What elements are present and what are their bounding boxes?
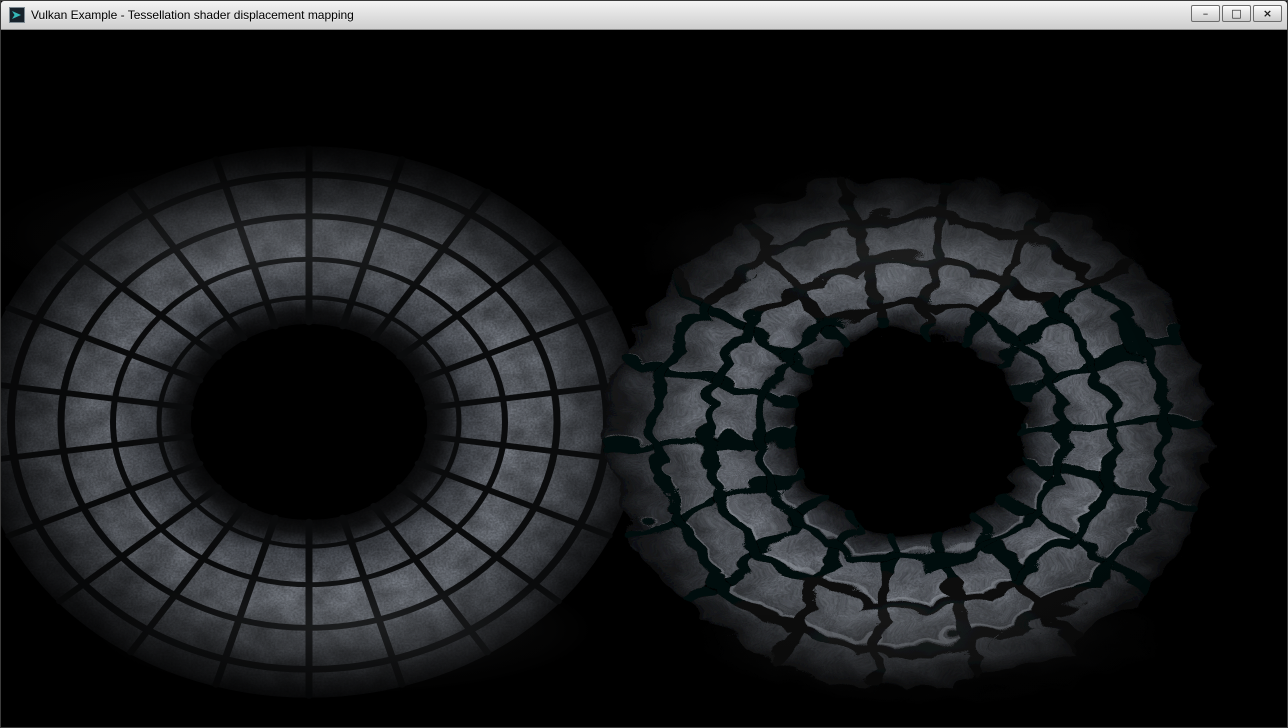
app-window: Vulkan Example - Tessellation shader dis… [0,0,1288,728]
window-controls: – □ × [1191,5,1282,22]
titlebar[interactable]: Vulkan Example - Tessellation shader dis… [1,1,1287,30]
vignette-overlay [1,30,1288,728]
vulkan-icon [12,11,21,19]
close-button[interactable]: × [1253,5,1282,22]
render-viewport[interactable] [1,30,1288,728]
app-icon[interactable] [9,7,25,23]
window-title: Vulkan Example - Tessellation shader dis… [31,8,354,22]
maximize-button[interactable]: □ [1222,5,1251,22]
minimize-button[interactable]: – [1191,5,1220,22]
